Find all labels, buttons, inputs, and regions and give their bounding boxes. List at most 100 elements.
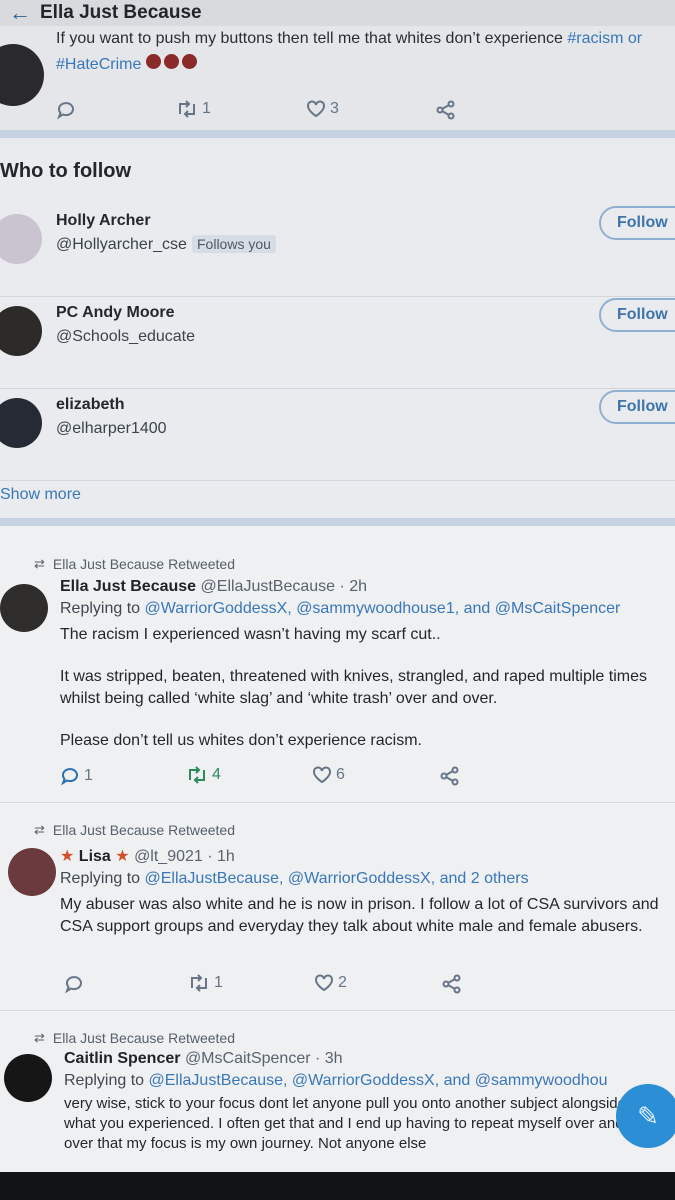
retweet-button[interactable]: 1 (176, 100, 211, 118)
section-title: Who to follow (0, 160, 132, 182)
tweet[interactable]: ⇄ Ella Just Because Retweeted Ella Just … (0, 526, 675, 803)
avatar[interactable] (0, 398, 42, 448)
reply-icon (65, 976, 82, 994)
hashtag-link[interactable]: #racism or (567, 30, 642, 47)
retweet-icon (191, 974, 207, 992)
account-name[interactable]: Holly Archer (56, 212, 151, 230)
avatar[interactable] (4, 1054, 52, 1102)
avatar[interactable] (0, 214, 42, 264)
tweet-text: very wise, stick to your focus dont let … (64, 1094, 644, 1154)
replying-prefix: Replying to (64, 1072, 149, 1089)
tweet[interactable]: ⇄ Ella Just Because Retweeted ★ Lisa ★ @… (0, 804, 675, 1011)
screen-bezel (0, 1172, 675, 1200)
replying-to: Replying to @WarriorGoddessX, @sammywood… (60, 600, 620, 618)
tweet-header: Ella Just Because @EllaJustBecause · 2h (60, 578, 367, 596)
page-title: Ella Just Because (40, 2, 202, 23)
reply-count: 1 (84, 767, 93, 784)
heart-icon (313, 766, 331, 784)
retweet-icon (179, 100, 195, 118)
retweet-context-label: Ella Just Because Retweeted (52, 822, 236, 838)
tweet-text: If you want to push my buttons then tell… (56, 26, 642, 78)
section-divider (0, 518, 675, 526)
avatar[interactable] (8, 848, 56, 896)
reply-button[interactable]: 1 (60, 766, 93, 786)
tweet-paragraph: It was stripped, beaten, threatened with… (60, 668, 647, 707)
share-button[interactable] (442, 974, 462, 994)
share-icon (440, 766, 459, 786)
replying-prefix: Replying to (60, 600, 145, 617)
retweet-button[interactable]: 4 (186, 766, 221, 784)
retweet-icon: ⇄ (34, 556, 45, 571)
retweet-count: 4 (212, 766, 221, 783)
retweet-context: ⇄ Ella Just Because Retweeted (34, 556, 235, 572)
share-button[interactable] (436, 100, 456, 120)
tweet-paragraph: very wise, stick to your focus dont let … (64, 1095, 626, 1152)
reply-icon (57, 102, 74, 120)
author-name[interactable]: Lisa (79, 848, 111, 865)
top-bar: ← Ella Just Because (0, 0, 675, 26)
account-handle: @Schools_educate (56, 328, 195, 345)
replying-prefix: Replying to (60, 870, 145, 887)
tweet-header: ★ Lisa ★ @lt_9021 · 1h (60, 846, 235, 866)
follow-button[interactable]: Follow (599, 206, 675, 240)
follow-suggestion[interactable]: elizabeth @elharper1400 Follow (0, 390, 675, 481)
emoji-dots (145, 52, 200, 78)
reply-mentions[interactable]: @EllaJustBecause, @WarriorGoddessX, and … (149, 1072, 608, 1089)
follow-suggestion[interactable]: Holly Archer @Hollyarcher_cse Follows yo… (0, 206, 675, 297)
follow-suggestion[interactable]: PC Andy Moore @Schools_educate Follow (0, 298, 675, 389)
author-meta: @MsCaitSpencer · 3h (184, 1050, 343, 1067)
author-meta: @EllaJustBecause · 2h (200, 578, 368, 595)
author-name[interactable]: Ella Just Because (60, 578, 196, 595)
account-name[interactable]: elizabeth (56, 396, 124, 414)
tweet-partial[interactable]: If you want to push my buttons then tell… (0, 26, 675, 136)
compose-icon: ✎ (637, 1101, 659, 1131)
reply-button[interactable] (64, 974, 84, 994)
who-to-follow-panel: Who to follow Holly Archer @Hollyarcher_… (0, 144, 675, 516)
like-button[interactable]: 3 (306, 100, 339, 118)
avatar[interactable] (0, 306, 42, 356)
tweet-text: The racism I experienced wasn’t having m… (60, 624, 675, 752)
heart-icon (315, 974, 333, 992)
tweet-text: My abuser was also white and he is now i… (60, 894, 660, 938)
show-more-link[interactable]: Show more (0, 486, 81, 504)
tweet-paragraph: My abuser was also white and he is now i… (60, 896, 659, 935)
reply-mentions[interactable]: @EllaJustBecause, @WarriorGoddessX, and … (145, 870, 529, 887)
star-icon: ★ (115, 848, 130, 865)
retweet-icon: ⇄ (34, 1030, 45, 1045)
follow-button[interactable]: Follow (599, 390, 675, 424)
replying-to: Replying to @EllaJustBecause, @WarriorGo… (64, 1072, 608, 1090)
author-meta: @lt_9021 · 1h (134, 848, 235, 865)
compose-tweet-button[interactable]: ✎ (616, 1084, 675, 1148)
share-icon (442, 974, 461, 994)
reply-button[interactable] (56, 100, 76, 120)
like-count: 2 (338, 974, 347, 991)
reply-icon (61, 768, 78, 786)
hashtag-link[interactable]: #HateCrime (56, 56, 141, 73)
reply-mentions[interactable]: @WarriorGoddessX, @sammywoodhouse1, and … (145, 600, 621, 617)
author-name[interactable]: Caitlin Spencer (64, 1050, 180, 1067)
back-arrow-icon[interactable]: ← (0, 0, 40, 26)
share-button[interactable] (440, 766, 460, 786)
retweet-count: 1 (214, 974, 223, 991)
tweet-text-line: If you want to push my buttons then tell… (56, 30, 568, 47)
star-icon: ★ (60, 848, 75, 865)
like-count: 6 (336, 766, 345, 783)
retweet-icon: ⇄ (34, 822, 45, 837)
tweet[interactable]: ⇄ Ella Just Because Retweeted Caitlin Sp… (0, 1012, 675, 1172)
avatar[interactable] (0, 44, 44, 106)
like-button[interactable]: 2 (314, 974, 347, 992)
avatar[interactable] (0, 584, 48, 632)
retweet-button[interactable]: 1 (188, 974, 223, 992)
like-button[interactable]: 6 (312, 766, 345, 784)
timeline: ⇄ Ella Just Because Retweeted Ella Just … (0, 526, 675, 1172)
account-name[interactable]: PC Andy Moore (56, 304, 175, 322)
tweet-paragraph: The racism I experienced wasn’t having m… (60, 626, 441, 643)
account-handle: @elharper1400 (56, 420, 167, 437)
retweet-context-label: Ella Just Because Retweeted (52, 556, 236, 572)
retweet-context: ⇄ Ella Just Because Retweeted (34, 822, 235, 838)
heart-icon (307, 100, 325, 118)
follow-button[interactable]: Follow (599, 298, 675, 332)
follows-you-badge: Follows you (192, 235, 276, 253)
account-handle: @Hollyarcher_cse (56, 236, 187, 253)
section-divider (0, 130, 675, 138)
